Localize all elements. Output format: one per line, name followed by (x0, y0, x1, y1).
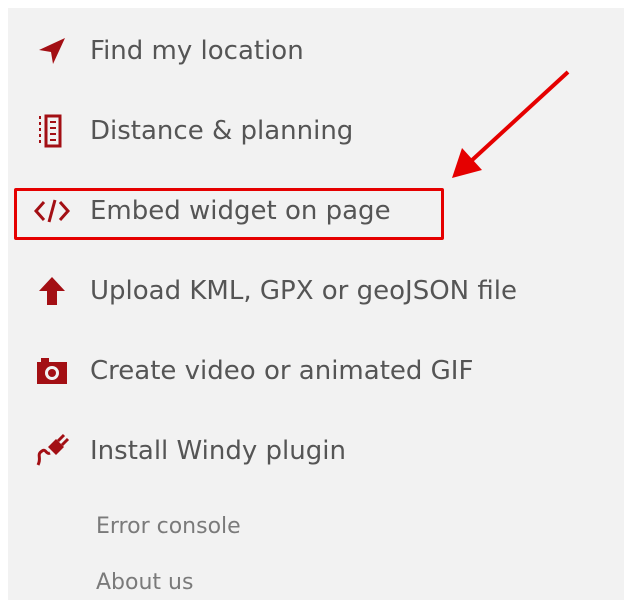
menu-item-label: Install Windy plugin (90, 436, 346, 466)
upload-arrow-icon (32, 271, 72, 311)
menu-item-install-plugin[interactable]: Install Windy plugin (8, 426, 428, 476)
about-us-link[interactable]: About us (96, 568, 193, 598)
error-console-link[interactable]: Error console (96, 512, 241, 542)
highlight-box (14, 188, 444, 240)
menu-panel: Find my location Distance & planning Emb… (8, 8, 624, 600)
menu-item-label: Upload KML, GPX or geoJSON file (90, 276, 517, 306)
ruler-icon (32, 111, 72, 151)
menu-item-label: Create video or animated GIF (90, 356, 474, 386)
menu-item-find-location[interactable]: Find my location (8, 26, 428, 76)
menu-item-label: Find my location (90, 36, 304, 66)
menu-item-create-video[interactable]: Create video or animated GIF (8, 346, 528, 396)
menu-item-distance-planning[interactable]: Distance & planning (8, 106, 428, 156)
menu-item-label: Distance & planning (90, 116, 354, 146)
camera-icon (32, 351, 72, 391)
plug-icon (32, 431, 72, 471)
menu-item-upload-file[interactable]: Upload KML, GPX or geoJSON file (8, 266, 588, 316)
location-arrow-icon (32, 31, 72, 71)
